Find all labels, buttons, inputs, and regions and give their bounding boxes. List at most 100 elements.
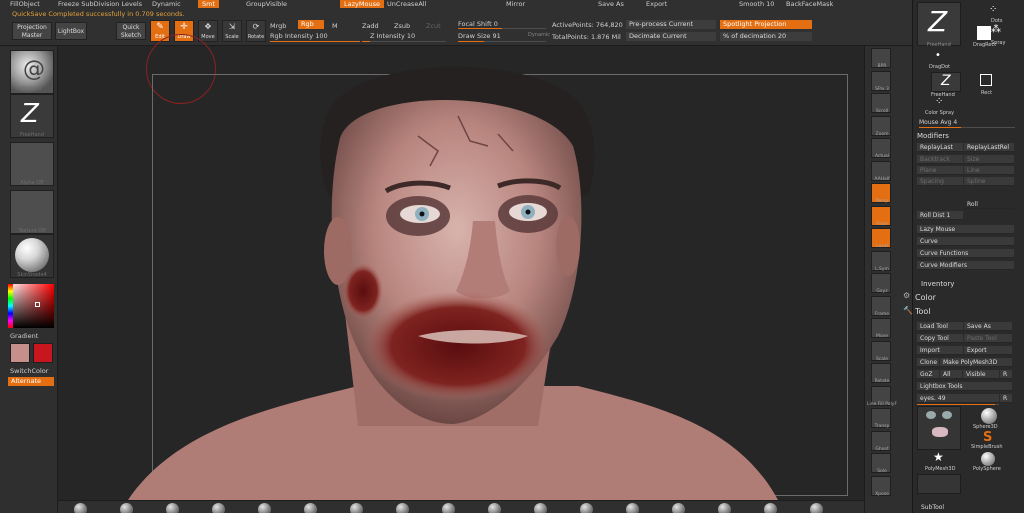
spray-stroke-icon[interactable]: ⁂ bbox=[991, 24, 1001, 35]
brush-thumbnail[interactable] bbox=[718, 503, 731, 513]
brush-thumbnail[interactable] bbox=[442, 503, 455, 513]
focal-shift-slider[interactable]: Focal Shift 0 bbox=[458, 20, 498, 28]
lightbox-button[interactable]: LightBox bbox=[55, 22, 87, 40]
goz-button[interactable]: GoZ bbox=[917, 370, 939, 379]
brush-thumbnail[interactable] bbox=[350, 503, 363, 513]
menu-item[interactable]: Smooth 10 bbox=[739, 0, 774, 8]
curve-section[interactable]: Curve bbox=[917, 237, 1014, 246]
subtool-header[interactable]: SubTool bbox=[921, 504, 944, 511]
menu-item[interactable]: Dynamic bbox=[152, 0, 181, 8]
color-menu[interactable]: Color bbox=[915, 293, 936, 302]
size-mode-button[interactable]: Size bbox=[964, 155, 1014, 164]
load-tool-button[interactable]: Load Tool bbox=[917, 322, 963, 331]
brush-thumbnail[interactable] bbox=[626, 503, 639, 513]
modifiers-header[interactable]: Modifiers bbox=[917, 132, 949, 140]
colorspray-stroke-icon[interactable]: ⁘ bbox=[935, 96, 943, 107]
brush-thumbnail[interactable] bbox=[396, 503, 409, 513]
brush-thumbnail[interactable] bbox=[212, 503, 225, 513]
rgb-toggle[interactable]: Rgb bbox=[298, 20, 324, 29]
goz-r-button[interactable]: R bbox=[1000, 370, 1012, 379]
line-button[interactable]: Line bbox=[964, 166, 1014, 175]
tool-menu[interactable]: Tool bbox=[915, 307, 931, 316]
switchcolor-button[interactable]: SwitchColor bbox=[10, 367, 48, 375]
menu-item[interactable]: Smt bbox=[198, 0, 220, 8]
dragrect-stroke-icon[interactable] bbox=[977, 26, 991, 40]
z-intensity-slider[interactable]: Z Intensity 10 bbox=[370, 32, 415, 40]
polysphere-icon[interactable] bbox=[981, 452, 995, 466]
menu-item[interactable]: GroupVisible bbox=[246, 0, 287, 8]
current-tool-track[interactable] bbox=[917, 404, 999, 405]
draw-size-track[interactable] bbox=[458, 41, 546, 42]
rotate-button[interactable]: ⟳ Rotate bbox=[246, 20, 266, 42]
curve-functions-section[interactable]: Curve Functions bbox=[917, 249, 1014, 258]
brush-thumbnail[interactable] bbox=[672, 503, 685, 513]
document-canvas[interactable] bbox=[58, 34, 864, 500]
scale-button[interactable]: ⇲ Scale bbox=[222, 20, 242, 42]
goz-visible-button[interactable]: Visible bbox=[963, 370, 999, 379]
menu-item[interactable]: BackFaceMask bbox=[786, 0, 833, 8]
brush-thumbnail[interactable] bbox=[488, 503, 501, 513]
dynamic-toggle[interactable]: Dynamic bbox=[528, 32, 550, 38]
mouse-avg-track[interactable] bbox=[919, 127, 1015, 128]
rgb-intensity-track[interactable] bbox=[270, 41, 360, 42]
copy-tool-button[interactable]: Copy Tool bbox=[917, 334, 963, 343]
rect-stroke-icon[interactable] bbox=[980, 74, 992, 86]
paste-tool-button[interactable]: Paste Tool bbox=[964, 334, 1012, 343]
spacing-button[interactable]: Spacing bbox=[917, 177, 963, 186]
plane-button[interactable]: Plane bbox=[917, 166, 963, 175]
import-button[interactable]: Import bbox=[917, 346, 963, 355]
menu-item[interactable]: UnCreaseAll bbox=[387, 0, 426, 8]
sphere3d-icon[interactable] bbox=[981, 408, 997, 424]
brush-thumbnail[interactable] bbox=[580, 503, 593, 513]
zsub-toggle[interactable]: Zsub bbox=[394, 22, 410, 30]
focal-shift-track[interactable] bbox=[458, 28, 546, 29]
dots-stroke-icon[interactable]: ⁘ bbox=[989, 4, 1007, 18]
projection-master-button[interactable]: Projection Master bbox=[12, 22, 52, 40]
tool-thumbnail-eyes[interactable] bbox=[917, 406, 961, 450]
color-picker[interactable] bbox=[8, 284, 54, 328]
spline-button[interactable]: Spline bbox=[964, 177, 1014, 186]
zadd-toggle[interactable]: Zadd bbox=[362, 22, 379, 30]
export-button[interactable]: Export bbox=[964, 346, 1012, 355]
brush-thumbnail[interactable] bbox=[764, 503, 777, 513]
replaylastrel-button[interactable]: ReplayLastRel bbox=[964, 143, 1014, 152]
make-polymesh-button[interactable]: Make PolyMesh3D bbox=[940, 358, 1012, 367]
freehand-stroke-button[interactable]: Z bbox=[931, 72, 961, 92]
current-stroke-preview[interactable]: Z bbox=[917, 2, 961, 46]
tool-thumbnail-small[interactable] bbox=[917, 474, 961, 494]
menu-item[interactable]: LazyMouse bbox=[340, 0, 384, 8]
brush-thumbnail[interactable] bbox=[534, 503, 547, 513]
preprocess-current-button[interactable]: Pre-process Current bbox=[626, 20, 716, 29]
replaylast-button[interactable]: ReplayLast bbox=[917, 143, 963, 152]
zcut-toggle[interactable]: Zcut bbox=[426, 22, 441, 30]
mrgb-toggle[interactable]: Mrgb bbox=[270, 22, 286, 30]
brush-thumbnail[interactable] bbox=[258, 503, 271, 513]
menu-item[interactable]: Freeze SubDivision Levels bbox=[58, 0, 142, 8]
goz-all-button[interactable]: All bbox=[940, 370, 962, 379]
inventory-header[interactable]: Inventory bbox=[921, 280, 954, 288]
brush-thumbnail[interactable] bbox=[304, 503, 317, 513]
m-toggle[interactable]: M bbox=[332, 22, 338, 30]
mouse-avg-slider[interactable]: Mouse Avg 4 bbox=[919, 119, 957, 126]
secondary-color-swatch[interactable] bbox=[33, 343, 53, 363]
clone-button[interactable]: Clone bbox=[917, 358, 939, 367]
brush-thumbnail[interactable] bbox=[120, 503, 133, 513]
hue-strip[interactable] bbox=[8, 284, 13, 328]
menu-item[interactable]: Mirror bbox=[506, 0, 525, 8]
decimate-current-button[interactable]: Decimate Current bbox=[626, 32, 716, 41]
brush-thumbnail[interactable] bbox=[166, 503, 179, 513]
alternate-button[interactable]: Alternate bbox=[8, 377, 54, 386]
polymesh3d-icon[interactable]: ★ bbox=[933, 450, 944, 464]
curve-modifiers-section[interactable]: Curve Modifiers bbox=[917, 261, 1014, 270]
draw-size-slider[interactable]: Draw Size 91 bbox=[458, 32, 501, 40]
rgb-intensity-slider[interactable]: Rgb Intensity 100 bbox=[270, 32, 328, 40]
simplebrush-icon[interactable]: S bbox=[983, 430, 992, 445]
roll-button[interactable]: Roll bbox=[964, 200, 1014, 209]
brush-thumbnail[interactable] bbox=[74, 503, 87, 513]
lightbox-tools-button[interactable]: Lightbox Tools bbox=[917, 382, 1012, 391]
spotlight-projection-button[interactable]: Spotlight Projection bbox=[720, 20, 812, 29]
dragdot-stroke-icon[interactable]: • bbox=[935, 50, 941, 61]
backtrack-button[interactable]: Backtrack bbox=[917, 155, 963, 164]
roll-dist-slider[interactable]: Roll Dist 1 bbox=[917, 211, 963, 220]
menu-item[interactable]: Save As bbox=[598, 0, 624, 8]
